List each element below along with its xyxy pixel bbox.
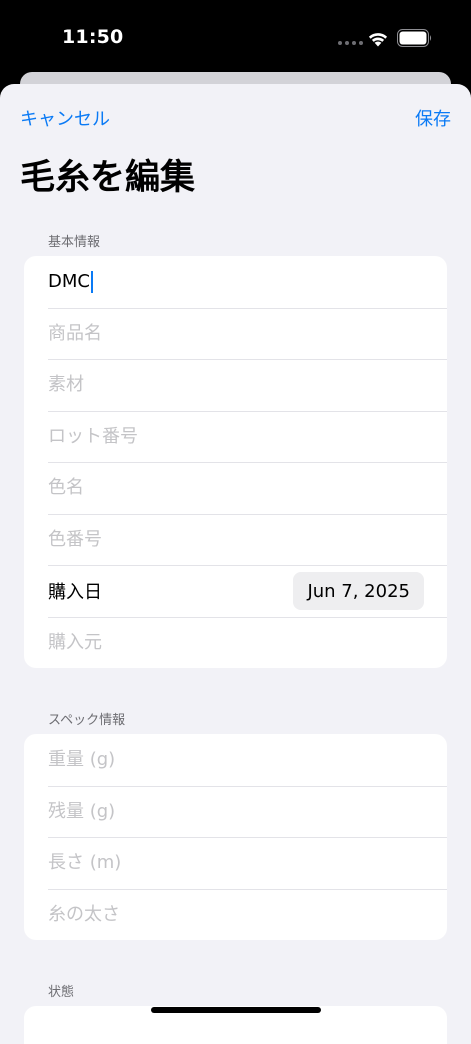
color-name-row: [24, 462, 447, 514]
edit-yarn-sheet: キャンセル 保存 毛糸を編集 基本情報 DMC 購入日 Jun 7, 2025: [0, 84, 471, 1044]
brand-field[interactable]: DMC: [48, 271, 90, 292]
purchase-date-label: 購入日: [48, 581, 102, 603]
purchase-store-row: [24, 616, 447, 669]
cellular-signal-icon: [338, 41, 363, 45]
status-bar: 11:50: [0, 0, 471, 72]
length-row: [24, 837, 447, 889]
length-field[interactable]: [48, 852, 408, 874]
wifi-icon: [368, 33, 388, 47]
text-cursor: [90, 270, 93, 293]
status-header: 状態: [48, 985, 75, 1000]
lot-number-row: [24, 410, 447, 463]
material-row: [24, 359, 447, 411]
page-title: 毛糸を編集: [20, 158, 196, 198]
save-button[interactable]: 保存: [415, 105, 451, 131]
material-field[interactable]: [48, 374, 408, 396]
remaining-row: [24, 785, 447, 838]
product-name-row: [24, 307, 447, 360]
remaining-field[interactable]: [48, 800, 408, 822]
status-time: 11:50: [62, 26, 124, 48]
spec-info-card: [24, 734, 447, 940]
color-number-row: [24, 513, 447, 566]
purchase-store-field[interactable]: [48, 631, 408, 653]
weight-field[interactable]: [48, 749, 408, 771]
weight-row: [24, 734, 447, 786]
basic-info-header: 基本情報: [48, 235, 101, 250]
lot-number-field[interactable]: [48, 425, 408, 447]
thickness-row: [24, 888, 447, 941]
cancel-button[interactable]: キャンセル: [20, 105, 110, 131]
brand-row: DMC: [24, 256, 447, 308]
purchase-date-row: 購入日 Jun 7, 2025: [24, 565, 447, 617]
color-number-field[interactable]: [48, 528, 408, 550]
basic-info-card: DMC 購入日 Jun 7, 2025: [24, 256, 447, 668]
thickness-field[interactable]: [48, 903, 408, 925]
purchase-date-picker[interactable]: Jun 7, 2025: [293, 572, 424, 610]
color-name-field[interactable]: [48, 477, 408, 499]
battery-icon: [397, 29, 432, 47]
spec-info-header: スペック情報: [48, 713, 126, 728]
product-name-field[interactable]: [48, 322, 408, 344]
home-indicator: [151, 1007, 321, 1013]
